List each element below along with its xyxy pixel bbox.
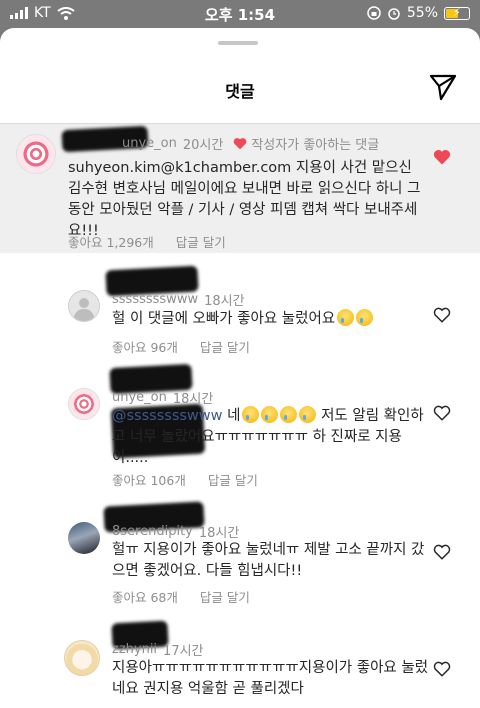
avatar[interactable] bbox=[68, 290, 100, 322]
author-liked-label: 작성자가 좋아하는 댓글 bbox=[251, 138, 380, 153]
avatar[interactable] bbox=[16, 134, 56, 174]
comment-text: 헐ㅠ 지용이가 좋아요 눌렀네ㅠ 제발 고소 끝까지 갔으면 좋겠어요. 다들 … bbox=[112, 542, 425, 579]
likes-count[interactable]: 좋아요 1,296개 bbox=[68, 232, 154, 251]
comment-text: 지용아ㅠㅠㅠㅠㅠㅠㅠㅠㅠㅠㅠ지용이가 좋아요 눌렀네요 권지용 억울함 곧 풀리… bbox=[112, 660, 429, 697]
alarm-icon bbox=[388, 8, 400, 20]
battery-icon: ⚡ bbox=[444, 5, 470, 20]
like-heart-icon[interactable] bbox=[433, 148, 451, 166]
charging-icon: ⚡ bbox=[453, 5, 461, 19]
reply-button[interactable]: 답글 달기 bbox=[176, 232, 226, 251]
pinned-comment: unye_on 20시간 작성자가 좋아하는 댓글 suhyeon.kim@k1… bbox=[0, 124, 480, 253]
username[interactable]: zzhynii bbox=[112, 642, 157, 657]
timestamp: 18시간 bbox=[172, 392, 214, 407]
crying-face-icon bbox=[242, 406, 260, 423]
share-send-icon[interactable] bbox=[428, 72, 458, 102]
likes-count[interactable]: 좋아요 68개 bbox=[112, 587, 178, 606]
comment-meta: unye_on 20시간 작성자가 좋아하는 댓글 bbox=[122, 134, 379, 153]
crying-face-icon bbox=[337, 309, 355, 326]
username[interactable]: unye_on bbox=[122, 136, 177, 151]
avatar[interactable] bbox=[68, 388, 100, 420]
comment-text: suhyeon.kim@k1chamber.com 지용이 사건 맡으신 김수현… bbox=[68, 160, 421, 239]
like-heart-outline-icon[interactable] bbox=[433, 306, 451, 324]
comments-sheet: 댓글 unye_on 20시간 작성자가 좋아하는 댓글 suhyeon.kim… bbox=[0, 28, 480, 708]
comment-text-a: 네 bbox=[227, 408, 241, 424]
username[interactable]: 8serendipity bbox=[112, 524, 193, 539]
comment-text-body: 헐 이 댓글에 오빠가 좋아요 눌렀어요 bbox=[112, 311, 336, 327]
comment-actions: 좋아요 96개 답글 달기 bbox=[112, 337, 250, 356]
likes-count[interactable]: 좋아요 106개 bbox=[112, 470, 186, 489]
like-heart-outline-icon[interactable] bbox=[433, 404, 451, 422]
reply-button[interactable]: 답글 달기 bbox=[200, 587, 250, 606]
comment-text: @sssssssswww 네 저도 알림 확인하고 너무 놀랐어요ㅠㅠㅠㅠㅠㅠㅠ… bbox=[112, 406, 432, 469]
reply-button[interactable]: 답글 달기 bbox=[200, 337, 250, 356]
username[interactable]: sssssssswww bbox=[112, 292, 198, 307]
comment-meta: 8serendipity 18시간 bbox=[112, 522, 239, 541]
crying-face-icon bbox=[261, 406, 279, 423]
author-liked-badge: 작성자가 좋아하는 댓글 bbox=[233, 134, 379, 153]
status-right: 55% ⚡ bbox=[367, 5, 470, 21]
avatar[interactable] bbox=[64, 640, 100, 676]
battery-percent: 55% bbox=[406, 5, 438, 21]
comment-meta: sssssssswww 18시간 bbox=[112, 290, 245, 309]
status-bar: KT 오후 1:54 55% ⚡ bbox=[0, 0, 480, 28]
mention-link[interactable]: @sssssssswww bbox=[112, 408, 223, 424]
username[interactable]: unye_on bbox=[112, 390, 167, 405]
comment-actions: 좋아요 68개 답글 달기 bbox=[112, 587, 250, 606]
timestamp: 18시간 bbox=[204, 294, 245, 309]
crying-face-icon bbox=[299, 406, 317, 423]
sheet-drag-handle[interactable] bbox=[218, 41, 258, 45]
crying-face-icon bbox=[356, 309, 374, 326]
likes-count[interactable]: 좋아요 96개 bbox=[112, 337, 178, 356]
timestamp: 18시간 bbox=[198, 526, 240, 541]
timestamp: 20시간 bbox=[182, 138, 224, 153]
comment-actions: 좋아요 1,296개 답글 달기 bbox=[68, 232, 226, 251]
comment-actions: 좋아요 106개 답글 달기 bbox=[112, 470, 258, 489]
reply-button[interactable]: 답글 달기 bbox=[208, 470, 258, 489]
comment-meta: zzhynii 17시간 bbox=[112, 640, 204, 659]
crying-face-icon bbox=[280, 406, 298, 423]
heart-filled-icon bbox=[234, 138, 247, 150]
timestamp: 17시간 bbox=[163, 644, 204, 659]
like-heart-outline-icon[interactable] bbox=[433, 660, 451, 678]
orientation-lock-icon bbox=[367, 6, 381, 20]
like-heart-outline-icon[interactable] bbox=[433, 543, 451, 561]
avatar[interactable] bbox=[68, 522, 100, 554]
comment-text: 헐 이 댓글에 오빠가 좋아요 눌렀어요 bbox=[112, 309, 432, 330]
sheet-title: 댓글 bbox=[225, 82, 255, 101]
comment-meta: unye_on 18시간 bbox=[112, 388, 213, 407]
